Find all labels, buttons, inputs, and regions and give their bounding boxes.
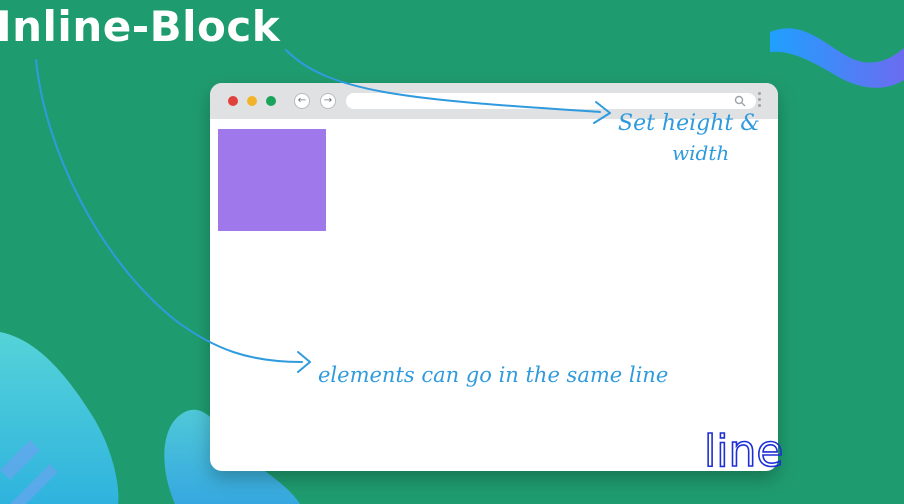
top-note-line1: Set height & xyxy=(618,111,760,136)
top-note-line2: width xyxy=(672,141,729,165)
handwritten-word: line xyxy=(704,426,783,477)
arrow-to-bottom-note xyxy=(35,59,303,363)
annotation-layer: Set height & width elements can go in th… xyxy=(35,49,784,478)
bottom-note: elements can go in the same line xyxy=(318,363,668,387)
arrow-to-top-note xyxy=(285,49,601,113)
